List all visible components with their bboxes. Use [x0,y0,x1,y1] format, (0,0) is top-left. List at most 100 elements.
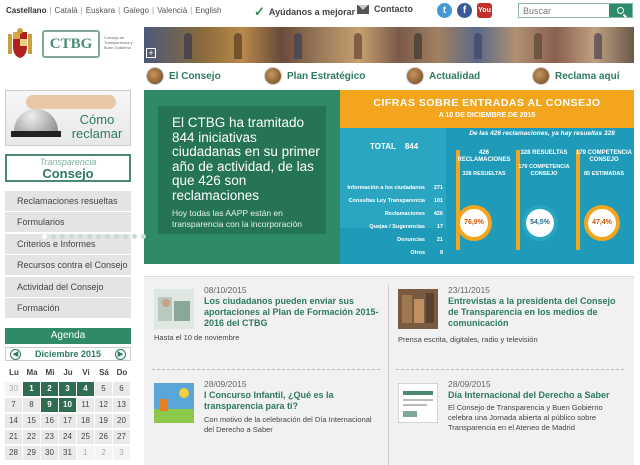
calendar-day[interactable]: 30 [41,446,59,460]
slider-dot[interactable] [87,234,92,239]
calendar-day[interactable]: 25 [77,430,95,444]
calendar-month-label: Diciembre 2015 [34,349,102,359]
nav-reclama-aqui[interactable]: Reclama aquí [532,66,619,86]
calendar-day[interactable]: 28 [5,446,23,460]
slider-dot[interactable] [78,234,83,239]
news-item[interactable]: 28/09/2015 I Concurso Infantil, ¿Qué es … [144,375,378,465]
news-item[interactable]: 08/10/2015 Los ciudadanos pueden enviar … [144,281,379,369]
transparencia-consejo-banner[interactable]: Transparencia Consejo [5,154,131,182]
weekday-label: Lu [9,368,19,377]
slider-dot[interactable] [132,234,137,239]
calendar-day[interactable]: 5 [95,382,113,396]
calendar-day-event[interactable]: 9 [41,398,59,412]
contact-link[interactable]: Contacto [357,4,413,14]
calendar-day[interactable]: 15 [23,414,41,428]
weekday-label: Vi [82,368,90,377]
nav-el-consejo[interactable]: El Consejo [146,66,221,86]
lang-english[interactable]: English [195,6,221,15]
slider-dot[interactable] [141,234,146,239]
news-title[interactable]: I Concurso Infantil, ¿Qué es la transpar… [204,390,379,412]
calendar-day-event[interactable]: 1 [23,382,41,396]
infographic-title: CIFRAS SOBRE ENTRADAS AL CONSEJO [373,97,601,109]
news-thumbnail [398,383,438,423]
calendar-day[interactable]: 21 [5,430,23,444]
calendar-day[interactable]: 27 [113,430,131,444]
nav-actualidad[interactable]: Actualidad [406,66,480,86]
slider-dot[interactable] [51,234,56,239]
bell-icon [14,109,58,133]
next-month-icon[interactable]: ▶ [114,348,126,360]
calendar-day-event[interactable]: 4 [77,382,95,396]
calendar-day[interactable]: 24 [59,430,77,444]
calendar-day[interactable]: 14 [5,414,23,428]
slider-dot[interactable] [114,234,119,239]
side-menu-actividad[interactable]: Actividad del Consejo [5,276,131,297]
como-reclamar-label: Cómo reclamar [71,112,123,141]
slider-dot[interactable] [123,234,128,239]
side-menu-recursos[interactable]: Recursos contra el Consejo [5,255,131,276]
lang-catala[interactable]: Català [55,6,78,15]
slider-dot[interactable] [96,234,101,239]
news-item[interactable]: 23/11/2015 Entrevistas a la presidenta d… [388,281,622,369]
checkmark-icon: ✓ [254,4,265,19]
nav-plan-estrategico[interactable]: Plan Estratégico [264,66,365,86]
slider-dot[interactable] [42,234,47,239]
calendar-day[interactable]: 30 [5,382,23,396]
calendar-day[interactable]: 22 [23,430,41,444]
calendar-day[interactable]: 12 [95,398,113,412]
calendar-day-event[interactable]: 2 [41,382,59,396]
calendar-day[interactable]: 29 [23,446,41,460]
slider-dot[interactable] [69,234,74,239]
help-us-link[interactable]: ✓ Ayúdanos a mejorar [254,4,355,20]
calendar-day[interactable]: 7 [5,398,23,412]
calendar-day[interactable]: 11 [77,398,95,412]
expand-icon[interactable]: + [146,48,156,58]
calendar-day[interactable]: 26 [95,430,113,444]
news-title[interactable]: Entrevistas a la presidenta del Consejo … [448,296,623,329]
news-title[interactable]: Los ciudadanos pueden enviar sus aportac… [204,296,379,329]
search-input[interactable] [519,4,609,17]
news-title[interactable]: Día Internacional del Derecho a Saber [448,390,623,401]
calendar-day-event[interactable]: 10 [59,398,77,412]
calendar-day[interactable]: 2 [95,446,113,460]
search-button[interactable] [609,4,632,17]
news-item[interactable]: 28/09/2015 Día Internacional del Derecho… [388,375,622,465]
news-slider[interactable]: El CTBG ha tramitado 844 iniciativas ciu… [144,90,340,264]
calendar-day[interactable]: 1 [77,446,95,460]
facebook-icon[interactable]: f [457,3,472,18]
calendar-day[interactable]: 23 [41,430,59,444]
como-reclamar-banner[interactable]: Cómo reclamar [5,90,131,146]
slider-headline[interactable]: El CTBG ha tramitado 844 iniciativas ciu… [172,115,320,203]
calendar-week: 21 22 23 24 25 26 27 [5,429,131,445]
calendar-day[interactable]: 8 [23,398,41,412]
calendar-day[interactable]: 16 [41,414,59,428]
lang-castellano[interactable]: Castellano [6,6,46,15]
side-menu-formularios[interactable]: Formularios [5,212,131,233]
stat-row: Denuncias 21 [397,237,443,243]
calendar-day[interactable]: 3 [113,446,131,460]
cifras-infographic[interactable]: CIFRAS SOBRE ENTRADAS AL CONSEJO A 10 DE… [340,90,634,264]
youtube-icon[interactable]: You [477,3,492,18]
twitter-icon[interactable]: t [437,3,452,18]
help-us-label: Ayúdanos a mejorar [268,7,356,17]
side-menu-formacion[interactable]: Formación [5,297,131,318]
calendar-day[interactable]: 31 [59,446,77,460]
calendar-day[interactable]: 13 [113,398,131,412]
bell-base [11,131,61,137]
calendar-day[interactable]: 20 [113,414,131,428]
lang-valencia[interactable]: Valencià [157,6,187,15]
infographic-column: 179 COMPETENCIA CONSEJO 85 ESTIMADAS [575,150,632,177]
calendar-day-event[interactable]: 3 [59,382,77,396]
lang-galego[interactable]: Galego [123,6,149,15]
slider-dot[interactable] [105,234,110,239]
prev-month-icon[interactable]: ◀ [10,348,21,360]
ctbg-logo[interactable]: CTBG [42,30,100,58]
calendar-day[interactable]: 17 [59,414,77,428]
slider-dot[interactable] [60,234,65,239]
calendar-day[interactable]: 19 [95,414,113,428]
calendar-day[interactable]: 6 [113,382,131,396]
el-consejo-icon [146,67,164,85]
lang-euskara[interactable]: Euskara [86,6,115,15]
calendar-day[interactable]: 18 [77,414,95,428]
side-menu-reclamaciones-resueltas[interactable]: Reclamaciones resueltas [5,191,131,211]
